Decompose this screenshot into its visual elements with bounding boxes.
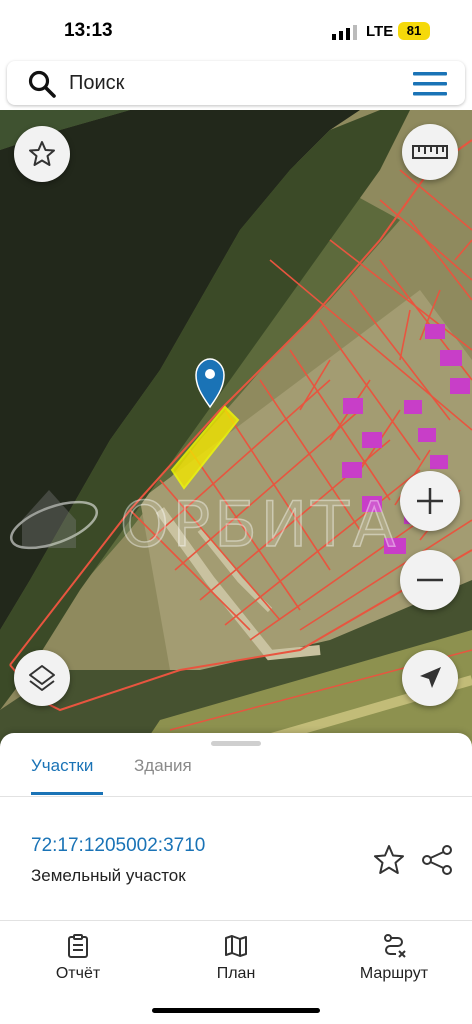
nav-report[interactable]: Отчёт [18,933,138,983]
tab-parcels[interactable]: Участки [31,756,93,776]
search-icon[interactable] [27,69,57,99]
tab-buildings[interactable]: Здания [134,756,192,776]
cadastral-number-link[interactable]: 72:17:1205002:3710 [31,835,205,857]
zoom-out-icon [417,578,443,582]
nav-route-label: Маршрут [359,965,429,982]
menu-icon[interactable] [413,71,447,97]
zoom-in-button[interactable] [400,471,460,531]
zoom-out-button[interactable] [400,550,460,610]
share-icon[interactable] [420,843,454,877]
report-icon [68,934,88,958]
battery-indicator: 81 [398,22,430,40]
home-indicator [152,1008,320,1013]
star-icon[interactable] [372,843,406,877]
nav-route[interactable]: Маршрут [334,933,454,983]
location-arrow-icon [420,667,441,688]
divider [0,796,472,797]
divider [0,920,472,921]
status-bar: 13:13 LTE 81 [0,0,472,60]
ruler-button[interactable] [402,124,458,180]
sheet-drag-handle[interactable] [211,741,261,746]
map-view[interactable]: ОРБИТА [0,110,472,750]
layers-icon [29,665,55,691]
active-tab-indicator [31,792,103,795]
zoom-in-icon [417,488,443,514]
layers-button[interactable] [14,650,70,706]
bottom-sheet: Участки Здания 72:17:1205002:3710 Земель… [0,733,472,1024]
star-icon [29,141,55,166]
status-time: 13:13 [64,20,113,41]
signal-icon [332,25,357,40]
watermark-logo-icon [10,490,98,550]
map-plan-icon [225,935,247,957]
search-bar[interactable]: Поиск [7,61,465,105]
satellite-map[interactable] [0,110,472,750]
nav-plan-label: План [216,965,256,982]
nav-report-label: Отчёт [55,965,101,982]
ruler-icon [412,145,448,159]
route-icon [384,934,406,958]
network-type: LTE [366,23,394,40]
search-input[interactable]: Поиск [69,72,124,95]
watermark-text: ОРБИТА [119,487,400,562]
nav-plan[interactable]: План [176,933,296,983]
parcel-type-label: Земельный участок [31,866,186,885]
my-location-button[interactable] [402,650,458,706]
favorite-button[interactable] [14,126,70,182]
